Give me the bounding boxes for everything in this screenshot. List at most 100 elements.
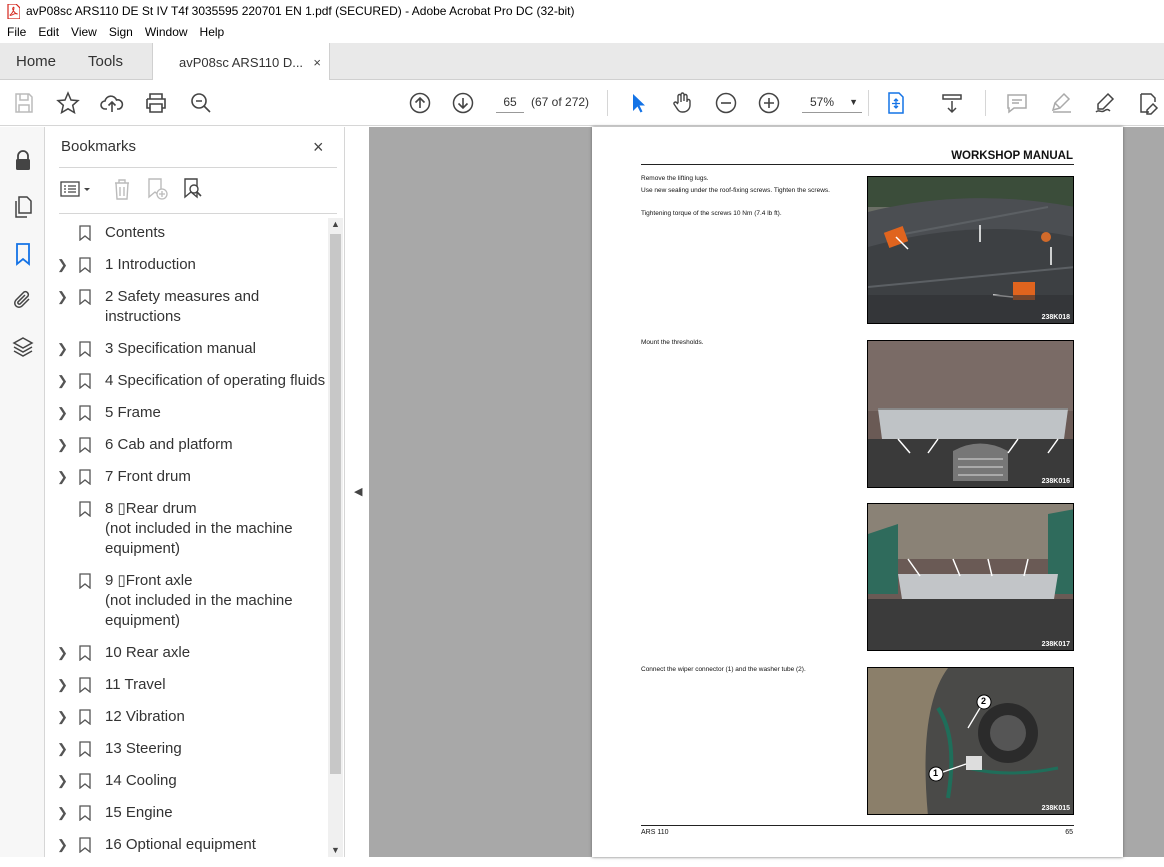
chevron-right-icon[interactable]: ❯ [57,287,71,327]
bookmark-item[interactable]: ❯ 4 Specification of operating fluids [45,371,329,391]
close-icon[interactable]: × [313,137,324,158]
tab-tools[interactable]: Tools [88,43,123,80]
bookmark-flag-icon [79,645,91,661]
search-zoom-icon[interactable] [189,91,213,115]
highlight-icon[interactable] [1050,91,1074,115]
menu-edit[interactable]: Edit [31,25,64,39]
scrollbar-thumb[interactable] [330,234,341,774]
chevron-right-icon[interactable]: ❯ [57,643,71,663]
next-page-icon[interactable] [451,91,475,115]
scroll-down-icon[interactable]: ▼ [331,845,340,855]
instruction-text: Mount the thresholds. [641,339,704,346]
bookmark-item[interactable]: ❯ 6 Cab and platform [45,435,329,455]
footer-page-number: 65 [1065,829,1073,836]
bookmark-item[interactable]: ❯ 11 Travel [45,675,329,695]
divider [59,167,337,168]
bookmark-item[interactable]: ❯ 16 Optional equipment [45,835,329,855]
instruction-text: Connect the wiper connector (1) and the … [641,666,806,673]
menu-file[interactable]: File [0,25,31,39]
bookmark-item[interactable]: ❯ 13 Steering [45,739,329,759]
tab-home[interactable]: Home [16,43,56,80]
zoom-in-icon[interactable] [757,91,781,115]
zoom-out-icon[interactable] [714,91,738,115]
instruction-text: Tightening torque of the screws 10 Nm (7… [641,210,782,217]
bookmark-item[interactable]: ❯ 3 Specification manual [45,339,329,359]
bookmark-label: 3 Specification manual [105,340,256,357]
page-number-input[interactable]: 65 [496,91,524,113]
upload-icon[interactable] [100,91,124,115]
zoom-value: 57% [810,95,835,109]
tab-close-icon[interactable]: × [313,55,321,70]
toolbar-divider [985,90,986,116]
bookmark-icon[interactable] [11,242,35,266]
collapse-panel-icon[interactable]: ◀ [354,485,362,498]
chevron-right-icon[interactable]: ❯ [57,739,71,759]
chevron-right-icon[interactable]: ❯ [57,255,71,275]
bookmark-list: Contents ❯ 1 Introduction ❯ 2 Safety measure… [45,223,329,867]
bookmark-item[interactable]: 9 ▯Front axle (not included in the machi… [45,571,329,631]
menu-sign[interactable]: Sign [102,25,138,39]
attachment-icon[interactable] [11,288,35,312]
print-icon[interactable] [144,91,168,115]
instruction-text: Use new sealing under the roof-fixing sc… [641,187,830,194]
panel-scrollbar[interactable]: ▲ ▼ [328,218,343,857]
divider [59,213,337,214]
bookmark-item[interactable]: Contents [45,223,329,243]
bookmark-item[interactable]: ❯ 12 Vibration [45,707,329,727]
bookmark-item[interactable]: ❯ 7 Front drum [45,467,329,487]
title-bar: avP08sc ARS110 DE St IV T4f 3035595 2207… [0,0,1164,22]
delete-icon[interactable] [111,177,133,201]
edit-icon[interactable] [1137,91,1161,115]
bookmark-flag-icon [79,373,91,389]
chevron-right-icon[interactable]: ❯ [57,467,71,487]
layers-icon[interactable] [11,335,35,359]
scroll-mode-icon[interactable] [940,91,964,115]
bookmark-item[interactable]: ❯ 10 Rear axle [45,643,329,663]
bookmark-item[interactable]: ❯ 5 Frame [45,403,329,423]
chevron-right-icon[interactable]: ❯ [57,339,71,359]
tab-document[interactable]: avP08sc ARS110 D... × [152,43,330,81]
sign-icon[interactable] [1093,91,1117,115]
options-menu-icon[interactable] [59,179,95,201]
new-bookmark-icon[interactable] [145,177,169,201]
prev-page-icon[interactable] [408,91,432,115]
chevron-right-icon[interactable]: ❯ [57,403,71,423]
photo-code: 238K018 [1041,314,1070,321]
select-cursor-icon[interactable] [626,91,650,115]
bookmark-item[interactable]: ❯ 2 Safety measures and instructions [45,287,329,327]
page-header: WORKSHOP MANUAL [951,150,1073,162]
window-title: avP08sc ARS110 DE St IV T4f 3035595 2207… [26,4,575,18]
menu-window[interactable]: Window [138,25,193,39]
zoom-select[interactable]: 57% ▼ [802,91,862,113]
chevron-right-icon[interactable]: ❯ [57,435,71,455]
lock-icon[interactable] [11,149,35,173]
bookmark-label: 5 Frame [105,404,161,421]
panel-title: Bookmarks [61,138,137,155]
comment-icon[interactable] [1005,91,1029,115]
chevron-right-icon[interactable]: ❯ [57,371,71,391]
find-bookmark-icon[interactable] [181,177,205,201]
hand-icon[interactable] [670,91,694,115]
chevron-right-icon[interactable]: ❯ [57,707,71,727]
bookmark-flag-icon [79,469,91,485]
chevron-right-icon[interactable]: ❯ [57,803,71,823]
chevron-right-icon[interactable]: ❯ [57,835,71,855]
fit-page-icon[interactable] [884,91,908,115]
menu-view[interactable]: View [64,25,102,39]
star-icon[interactable] [56,91,80,115]
bookmark-item[interactable]: ❯ 14 Cooling [45,771,329,791]
chevron-right-icon[interactable]: ❯ [57,675,71,695]
bookmark-item[interactable]: 8 ▯Rear drum (not included in the machin… [45,499,329,559]
scroll-up-icon[interactable]: ▲ [331,219,340,229]
pages-icon[interactable] [11,195,35,219]
bookmark-item[interactable]: ❯ 15 Engine [45,803,329,823]
chevron-right-icon[interactable]: ❯ [57,771,71,791]
menu-help[interactable]: Help [193,25,230,39]
instruction-text: Remove the lifting lugs. [641,175,709,182]
bookmarks-panel: Bookmarks × Contents ❯ 1 Introduction ❯ 2 Sa… [45,127,345,857]
bookmark-label: 14 Cooling [105,772,177,789]
bookmark-item[interactable]: ❯ 1 Introduction [45,255,329,275]
save-icon[interactable] [12,91,36,115]
